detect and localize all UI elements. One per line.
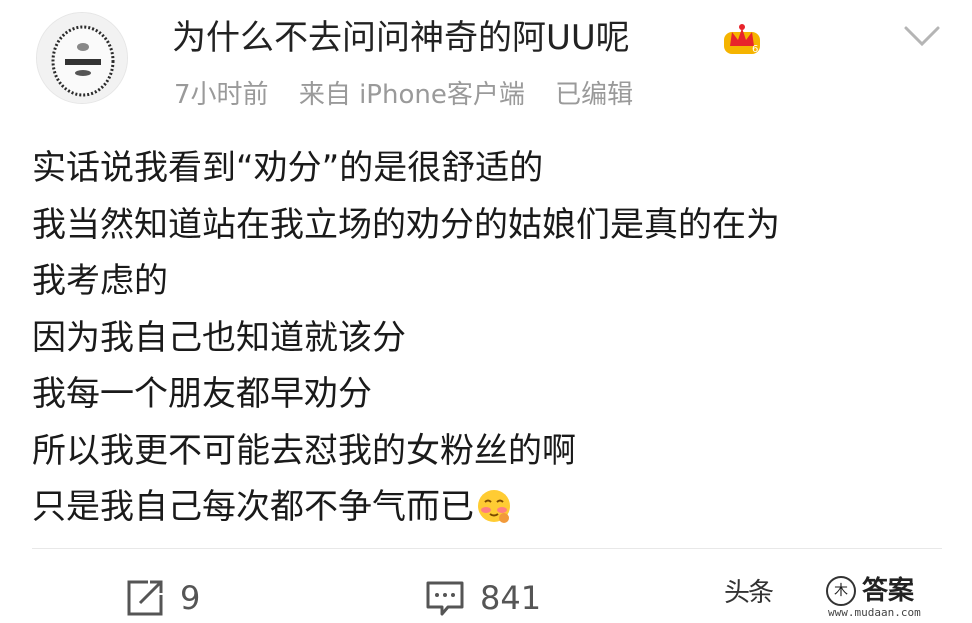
repost-button[interactable]: 9: [124, 574, 200, 622]
body-line: 因为我自己也知道就该分: [32, 317, 406, 358]
comment-count: 841: [480, 579, 542, 617]
avatar-image: [37, 13, 127, 103]
toutiao-watermark: 头条: [724, 578, 774, 608]
chevron-down-icon[interactable]: [902, 20, 942, 50]
mudaan-url: www.mudaan.com: [828, 606, 921, 619]
blush-emoji-icon: [478, 490, 510, 523]
username[interactable]: 为什么不去问问神奇的阿UU呢: [172, 14, 630, 62]
crown-icon: 6: [724, 24, 760, 55]
post-time: 7小时前: [174, 80, 269, 110]
post-meta: 7小时前 来自 iPhone客户端 已编辑: [174, 76, 655, 114]
body-line: 我当然知道站在我立场的劝分的姑娘们是真的在为: [32, 204, 780, 245]
comment-icon: [426, 581, 464, 616]
body-line-with-emoji: 只是我自己每次都不争气而已: [32, 479, 942, 536]
repost-count: 9: [180, 579, 201, 617]
body-line: 我考虑的: [32, 261, 168, 301]
body-line: 我每一个朋友都早劝分: [32, 374, 372, 414]
repost-icon: [127, 580, 163, 616]
avatar[interactable]: [36, 12, 128, 104]
post-body: 实话说我看到“劝分”的是很舒适的 我当然知道站在我立场的劝分的姑娘们是真的在为 …: [32, 140, 942, 536]
body-line: 实话说我看到“劝分”的是很舒适的: [32, 148, 544, 188]
mudaan-watermark: 木 答案 www.mudaan.com: [826, 570, 966, 620]
mudaan-title: 答案: [862, 576, 915, 606]
divider: [32, 548, 942, 549]
body-line-text: 只是我自己每次都不争气而已: [32, 487, 474, 527]
body-line: 所以我更不可能去怼我的女粉丝的啊: [32, 430, 576, 471]
svg-text:6: 6: [752, 44, 758, 55]
post-source: 来自 iPhone客户端: [298, 80, 525, 110]
mudaan-logo-icon: 木: [826, 576, 856, 606]
comment-button[interactable]: 841: [424, 574, 541, 622]
edited-label[interactable]: 已编辑: [555, 80, 633, 110]
